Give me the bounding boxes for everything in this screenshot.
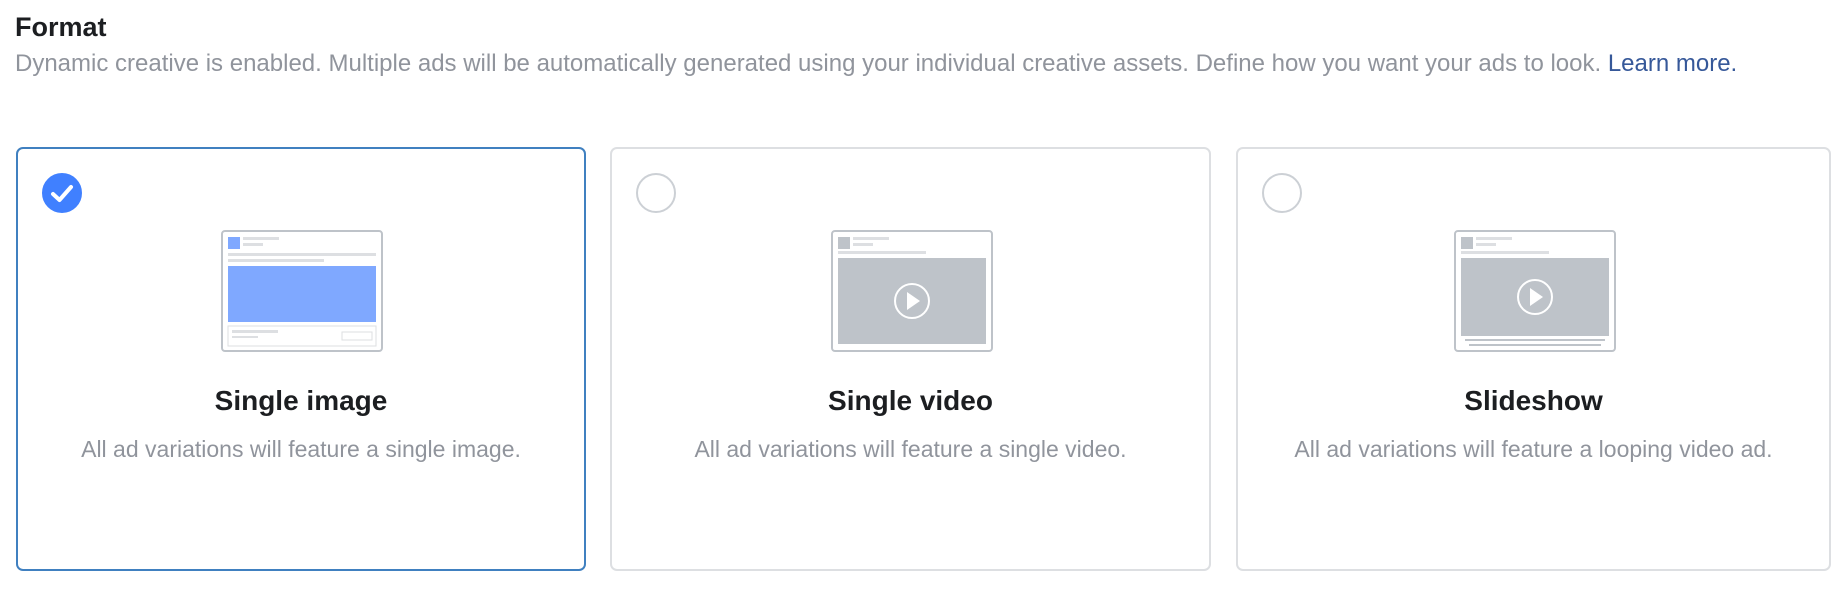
format-description: All ad variations will feature a single … [694, 436, 1127, 462]
section-title: Format [15, 12, 107, 42]
single-video-preview-icon [831, 230, 993, 352]
slideshow-preview-icon [1454, 230, 1616, 352]
format-description: All ad variations will feature a looping… [1294, 436, 1773, 462]
radio-unchecked-icon[interactable] [1262, 173, 1302, 213]
learn-more-link[interactable]: Learn more. [1608, 50, 1737, 77]
section-description: Dynamic creative is enabled. Multiple ad… [15, 48, 1835, 80]
format-title: Single video [828, 385, 993, 416]
single-image-preview-icon [221, 230, 383, 352]
format-description: All ad variations will feature a single … [81, 436, 521, 462]
description-text: Dynamic creative is enabled. Multiple ad… [15, 50, 1602, 77]
format-title: Single image [214, 385, 388, 416]
format-title: Slideshow [1464, 385, 1603, 416]
format-option-single-image[interactable]: Single image All ad variations will feat… [16, 147, 586, 571]
radio-checked-icon[interactable] [42, 173, 82, 213]
format-option-slideshow[interactable]: Slideshow All ad variations will feature… [1236, 147, 1831, 571]
radio-unchecked-icon[interactable] [636, 173, 676, 213]
format-option-single-video[interactable]: Single video All ad variations will feat… [610, 147, 1211, 571]
